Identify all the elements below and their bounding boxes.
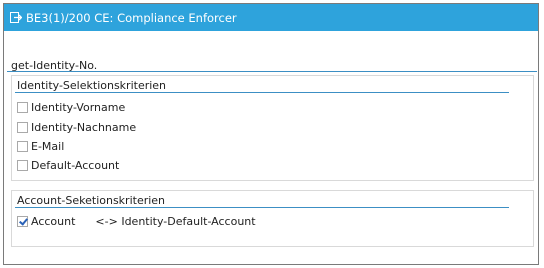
exit-arrow-icon [10,12,23,23]
app-window: BE3(1)/200 CE: Compliance Enforcer get-I… [3,3,539,265]
checkbox-row-identity-nachname[interactable]: Identity-Nachname [17,120,136,134]
account-criteria-group: Account-Seketionskriterien Account <-> I… [11,190,534,247]
identity-criteria-divider [15,92,509,93]
identity-criteria-group: Identity-Selektionskriterien Identity-Vo… [11,75,534,181]
account-label: Account [31,214,76,228]
account-criteria-divider [15,207,509,208]
identity-vorname-label: Identity-Vorname [31,100,126,114]
identity-nachname-label: Identity-Nachname [31,120,137,134]
checkbox-row-account[interactable]: Account <-> Identity-Default-Account [17,214,256,228]
identity-vorname-checkbox[interactable] [17,101,28,113]
identity-criteria-title: Identity-Selektionskriterien [17,79,167,92]
account-mapping-note: <-> Identity-Default-Account [95,214,256,228]
account-checkbox[interactable] [17,215,28,227]
section-divider [7,71,537,72]
email-label: E-Mail [31,139,65,153]
account-criteria-title: Account-Seketionskriterien [17,194,166,207]
checkbox-row-email[interactable]: E-Mail [17,139,64,153]
identity-nachname-checkbox[interactable] [17,121,28,133]
checkbox-row-default-account[interactable]: Default-Account [17,158,119,172]
checkbox-row-identity-vorname[interactable]: Identity-Vorname [17,100,125,114]
window-title: BE3(1)/200 CE: Compliance Enforcer [26,10,237,25]
email-checkbox[interactable] [17,140,28,152]
default-account-label: Default-Account [31,158,120,172]
default-account-checkbox[interactable] [17,159,28,171]
title-bar: BE3(1)/200 CE: Compliance Enforcer [4,4,538,31]
